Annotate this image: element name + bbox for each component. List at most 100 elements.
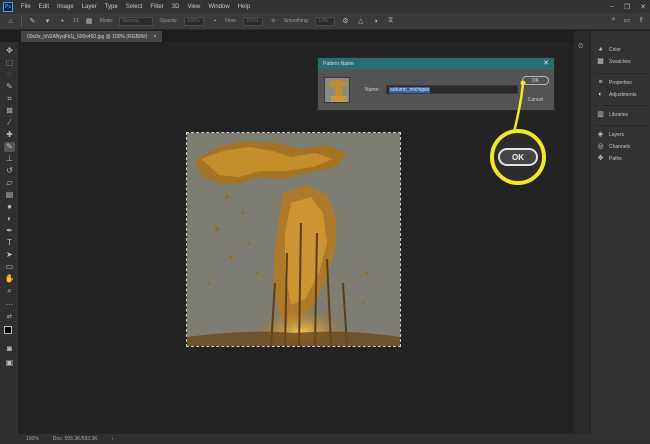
panel-layers[interactable]: ◈ Layers bbox=[597, 131, 624, 138]
opacity-label: Opacity: bbox=[159, 18, 178, 24]
panel-color-label: Color bbox=[609, 46, 621, 53]
brush-settings-icon[interactable]: ▦ bbox=[85, 17, 94, 26]
eraser-tool-icon[interactable]: ▱ bbox=[4, 178, 15, 188]
move-tool-icon[interactable]: ✥ bbox=[4, 46, 15, 56]
panel-channels[interactable]: ◎ Channels bbox=[597, 143, 630, 150]
history-panel-icon[interactable]: ⏲ bbox=[578, 43, 583, 51]
workspace-icon[interactable]: ▭ bbox=[624, 16, 631, 24]
type-tool-icon[interactable]: T bbox=[4, 238, 15, 248]
path-selection-tool-icon[interactable]: ➤ bbox=[4, 250, 15, 260]
zoom-level[interactable]: 100% bbox=[26, 436, 39, 442]
pressure-size-icon[interactable]: ◑ bbox=[371, 17, 380, 26]
smoothing-field[interactable]: 10% bbox=[315, 16, 336, 26]
default-colors-icon[interactable]: ⇄ bbox=[4, 312, 15, 322]
hand-tool-icon[interactable]: ✋ bbox=[4, 274, 15, 284]
photoshop-logo: Ps bbox=[3, 1, 13, 12]
panel-libraries-label: Libraries bbox=[609, 111, 629, 118]
frame-tool-icon[interactable]: ⊠ bbox=[4, 106, 15, 116]
clone-stamp-tool-icon[interactable]: ⊥ bbox=[4, 154, 15, 164]
mode-select[interactable]: Normal bbox=[119, 16, 154, 26]
panel-layers-label: Layers bbox=[609, 131, 625, 138]
dodge-tool-icon[interactable]: ◐ bbox=[4, 214, 15, 224]
maximize-icon[interactable]: ❐ bbox=[624, 3, 630, 11]
pen-tool-icon[interactable]: ✒ bbox=[4, 226, 15, 236]
panel-color[interactable]: ◕ Color bbox=[597, 46, 621, 53]
search-icon[interactable]: ⌕ bbox=[612, 16, 616, 24]
pattern-name-input[interactable]: autumn_michigan bbox=[386, 85, 518, 94]
healing-brush-tool-icon[interactable]: ✚ bbox=[4, 130, 15, 140]
paths-icon: ✥ bbox=[597, 155, 604, 162]
divider bbox=[21, 15, 22, 27]
quick-mask-icon[interactable]: ◙ bbox=[4, 344, 15, 354]
history-brush-tool-icon[interactable]: ↺ bbox=[4, 166, 15, 176]
gradient-tool-icon[interactable]: ▤ bbox=[4, 190, 15, 200]
ok-button[interactable]: OK bbox=[522, 76, 549, 85]
panel-swatches[interactable]: ▦ Swatches bbox=[597, 58, 631, 65]
crop-tool-icon[interactable]: ⌗ bbox=[4, 94, 15, 104]
collapsed-panel-column: ⏲ bbox=[573, 31, 590, 434]
blur-tool-icon[interactable]: ● bbox=[4, 202, 15, 212]
name-label: Name: bbox=[365, 87, 380, 93]
menu-window[interactable]: Window bbox=[204, 4, 233, 10]
close-icon[interactable]: ✕ bbox=[543, 59, 549, 67]
panel-adjustments-label: Adjustments bbox=[609, 91, 637, 98]
chevron-right-icon[interactable]: › bbox=[112, 436, 114, 442]
airbrush-icon[interactable]: ✧ bbox=[269, 17, 278, 26]
lasso-tool-icon[interactable]: ◌ bbox=[4, 70, 15, 80]
document-image[interactable] bbox=[186, 132, 401, 347]
panel-libraries[interactable]: ▥ Libraries bbox=[597, 111, 628, 118]
flow-field[interactable]: 100% bbox=[242, 16, 263, 26]
close-tab-icon[interactable]: × bbox=[153, 34, 156, 40]
smoothing-label: Smoothing: bbox=[283, 18, 310, 24]
gear-icon[interactable]: ⚙ bbox=[341, 17, 350, 26]
brush-tool-icon[interactable]: ✎ bbox=[4, 142, 15, 152]
brush-size-picker[interactable]: • bbox=[58, 17, 67, 26]
menu-layer[interactable]: Layer bbox=[78, 4, 101, 10]
close-window-icon[interactable]: ✕ bbox=[640, 3, 646, 11]
menu-image[interactable]: Image bbox=[53, 4, 78, 10]
panel-paths-label: Paths bbox=[609, 155, 622, 162]
panel-adjustments[interactable]: ◐ Adjustments bbox=[597, 91, 637, 98]
pressure-opacity-icon[interactable]: ◔ bbox=[210, 17, 219, 26]
panel-properties[interactable]: ≡ Properties bbox=[597, 79, 631, 86]
minimize-icon[interactable]: – bbox=[610, 3, 614, 10]
more-tools-icon[interactable]: … bbox=[4, 298, 15, 308]
pattern-name-dialog: Pattern Name ✕ Name: autumn_michigan OK … bbox=[317, 57, 555, 111]
symmetry-icon[interactable]: ⧖ bbox=[386, 17, 395, 26]
rectangle-tool-icon[interactable]: ▭ bbox=[4, 262, 15, 272]
eyedropper-tool-icon[interactable]: ⁄ bbox=[4, 118, 15, 128]
options-bar: ⌂ ✎ ▾ • 13 ▦ Mode: Normal Opacity: 100% … bbox=[0, 13, 650, 30]
pattern-name-value: autumn_michigan bbox=[389, 86, 431, 93]
angle-icon[interactable]: △ bbox=[356, 17, 365, 26]
home-icon[interactable]: ⌂ bbox=[6, 17, 15, 26]
share-icon[interactable]: ⇪ bbox=[638, 16, 644, 24]
brush-tool-preset-icon[interactable]: ✎ bbox=[28, 17, 37, 26]
divider bbox=[595, 73, 647, 74]
menu-type[interactable]: Type bbox=[101, 4, 122, 10]
opacity-field[interactable]: 100% bbox=[183, 16, 204, 26]
document-tab[interactable]: 00x0e_hN2ANyqFk1j_600x450.jpg @ 100% (RG… bbox=[21, 31, 163, 42]
dialog-title-bar[interactable]: Pattern Name ✕ bbox=[318, 58, 554, 69]
zoom-tool-icon[interactable]: ⌕ bbox=[4, 286, 15, 296]
screen-mode-icon[interactable]: ▣ bbox=[4, 358, 15, 368]
window-controls: – ❐ ✕ bbox=[610, 0, 646, 13]
quick-selection-tool-icon[interactable]: ✎ bbox=[4, 82, 15, 92]
menu-help[interactable]: Help bbox=[234, 4, 254, 10]
cancel-button[interactable]: Cancel bbox=[522, 95, 549, 104]
chevron-down-icon[interactable]: ▾ bbox=[43, 17, 52, 26]
menu-edit[interactable]: Edit bbox=[35, 4, 53, 10]
autumn-michigan-artwork bbox=[187, 133, 400, 346]
pattern-thumbnail bbox=[324, 77, 350, 103]
menu-filter[interactable]: Filter bbox=[146, 4, 167, 10]
status-bar: 100% Doc: 593.3K/593.3K › bbox=[0, 434, 650, 444]
menu-file[interactable]: File bbox=[17, 4, 35, 10]
menu-3d[interactable]: 3D bbox=[168, 4, 184, 10]
menu-select[interactable]: Select bbox=[122, 4, 147, 10]
marquee-tool-icon[interactable]: ⬚ bbox=[4, 58, 15, 68]
doc-size[interactable]: Doc: 593.3K/593.3K bbox=[53, 436, 98, 442]
foreground-color-swatch[interactable] bbox=[4, 326, 12, 334]
menu-view[interactable]: View bbox=[183, 4, 204, 10]
panel-swatches-label: Swatches bbox=[609, 58, 631, 65]
layers-icon: ◈ bbox=[597, 131, 604, 138]
panel-paths[interactable]: ✥ Paths bbox=[597, 155, 622, 162]
